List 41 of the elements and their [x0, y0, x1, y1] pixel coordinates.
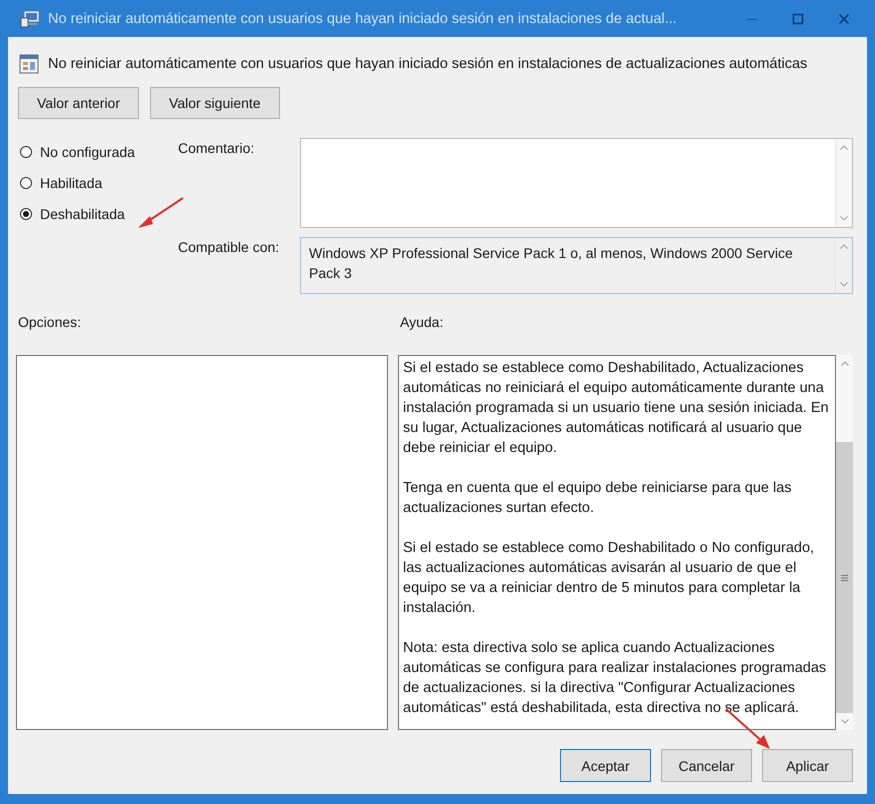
state-radio[interactable]: Habilitada — [20, 175, 178, 191]
radio-label: Habilitada — [40, 175, 102, 191]
state-radio[interactable]: No configurada — [20, 144, 178, 160]
radio-label: No configurada — [40, 144, 135, 160]
navigation-button[interactable]: Valor anterior — [18, 87, 140, 119]
window-title: No reiniciar automáticamente con usuarios que hayan iniciado sesión en instalaciones de actual... — [48, 10, 678, 26]
settings-page-icon — [19, 54, 39, 74]
comment-label: Comentario: — [178, 139, 256, 158]
maximize-icon — [792, 12, 804, 24]
compatible-label: Compatible con: — [178, 238, 280, 257]
scroll-thumb[interactable] — [836, 442, 853, 713]
dialog-button[interactable]: Cancelar — [661, 749, 752, 782]
comment-field[interactable] — [300, 138, 853, 228]
help-paragraph: Tenga en cuenta que el equipo debe reiniciarse para que las actualizaciones surtan efecto. — [403, 479, 793, 518]
radio-circle[interactable] — [20, 177, 32, 189]
close-icon — [838, 12, 850, 24]
compatible-text: Windows XP Professional Service Pack 1 o, al menos, Windows 2000 Service Pack 3 — [308, 244, 794, 283]
scroll-up-icon — [840, 145, 848, 150]
scrollbar[interactable] — [835, 139, 852, 227]
dialog-button[interactable]: Aceptar — [560, 749, 651, 782]
scrollbar[interactable] — [836, 355, 853, 730]
grip-icon — [841, 574, 848, 580]
scroll-down-icon — [840, 282, 848, 287]
navigation-button[interactable]: Valor siguiente — [150, 87, 280, 119]
radio-circle[interactable] — [20, 146, 32, 158]
scroll-down-icon — [840, 216, 848, 221]
options-label: Opciones: — [18, 314, 82, 330]
scroll-up-icon — [840, 361, 848, 366]
radio-circle[interactable] — [20, 208, 32, 220]
arrow-annotation — [136, 196, 186, 230]
scroll-down-icon — [840, 719, 848, 724]
help-paragraph: Nota: esta directiva solo se aplica cuando Actualizaciones automáticas se configura para realizar instalaciones programadas de actualizaciones. si la directiva "Configurar Actualizaciones automáticas" está deshabilitada, esta directiva no se aplicará. — [403, 639, 828, 718]
policy-name: No reiniciar automáticamente con usuarios que hayan iniciado sesión en instalaciones de actualizaciones automáticas — [48, 56, 808, 72]
state-radio[interactable]: Deshabilitada — [20, 206, 178, 222]
scroll-up-icon — [840, 244, 848, 249]
dialog-button[interactable]: Aplicar — [762, 749, 853, 782]
computer-icon — [20, 10, 40, 28]
radio-label: Deshabilitada — [40, 206, 125, 222]
help-label: Ayuda: — [400, 314, 444, 330]
help-paragraph: Si el estado se establece como Deshabilitado, Actualizaciones automáticas no reiniciará el equipo automáticamente durante una instalación programada si un usuario tiene una sesión iniciada. En su lugar, Actualizaciones automáticas notificará al usuario que debe reiniciar el equipo. — [403, 359, 830, 458]
help-paragraph: Si el estado se establece como Deshabilitado o No configurado, las actualizaciones automáticas avisarán al usuario de que el equipo se va a reiniciar dentro de 5 minutos para completar la instalación. — [403, 539, 816, 618]
